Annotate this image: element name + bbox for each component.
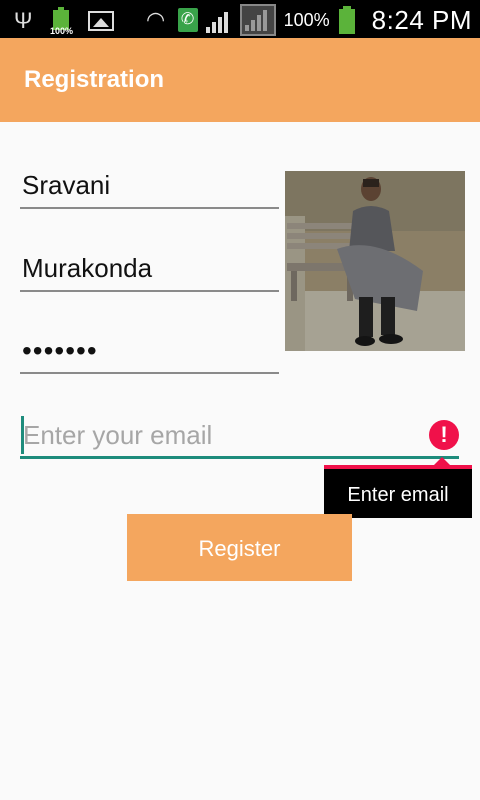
signal-icon	[205, 7, 232, 33]
image-icon	[88, 11, 114, 31]
signal-secondary-icon	[239, 4, 276, 36]
last-name-field[interactable]: Murakonda	[20, 251, 279, 292]
battery-icon	[338, 6, 356, 34]
battery-percent: 100%	[283, 9, 330, 30]
usb-icon: Ψ	[14, 8, 33, 33]
tooltip-pointer	[434, 457, 450, 465]
profile-photo-image	[285, 171, 465, 351]
battery-notification-icon: 100%	[50, 6, 74, 36]
last-name-value: Murakonda	[22, 253, 153, 283]
error-icon[interactable]: !	[429, 420, 459, 450]
battery-notification-label: 100%	[50, 26, 74, 36]
email-field[interactable]: Enter your email !	[20, 414, 459, 459]
page-title: Registration	[24, 66, 165, 93]
first-name-field[interactable]: Sravani	[20, 168, 279, 209]
status-bar: Ψ 100% ◠ ✆ 100% 8:24 PM	[0, 0, 480, 38]
app-bar: Registration	[0, 38, 480, 122]
profile-photo[interactable]	[285, 171, 465, 351]
clock: 8:24 PM	[371, 4, 472, 35]
call-icon: ✆	[177, 8, 198, 32]
wifi-icon: ◠	[146, 7, 166, 32]
email-placeholder: Enter your email	[23, 420, 213, 450]
email-error-tooltip: Enter email	[324, 469, 472, 518]
register-button[interactable]: Register	[127, 514, 352, 581]
password-field[interactable]: •••••••	[20, 333, 279, 374]
first-name-value: Sravani	[22, 170, 111, 200]
password-value: •••••••	[22, 335, 98, 366]
